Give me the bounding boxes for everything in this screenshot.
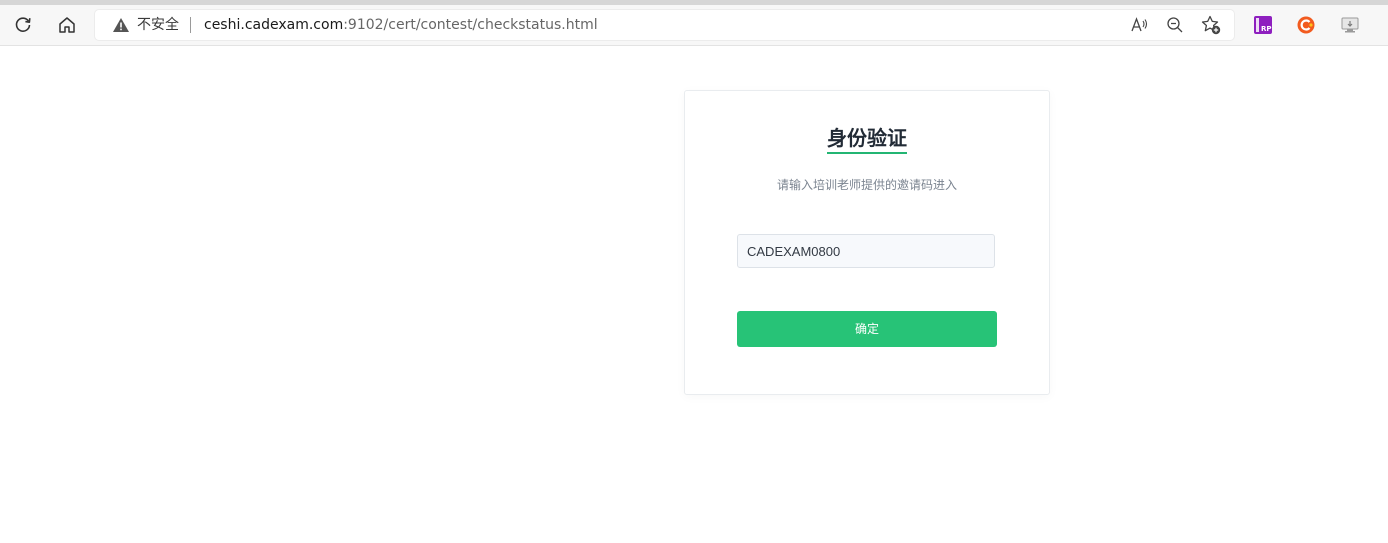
browser-toolbar: 不安全 ceshi.cadexam.com:9102/cert/contest/… — [0, 5, 1388, 46]
title-underline — [827, 152, 907, 154]
monitor-extension-icon[interactable] — [1340, 15, 1360, 35]
c-extension-icon[interactable] — [1296, 15, 1316, 35]
zoom-out-icon — [1167, 17, 1183, 33]
url-host: ceshi.cadexam.com — [204, 17, 344, 33]
home-icon — [59, 17, 75, 33]
security-status-label[interactable]: 不安全 — [137, 16, 179, 34]
verification-card: 身份验证 请输入培训老师提供的邀请码进入 确定 — [684, 90, 1050, 395]
rp-extension-text: RP — [1261, 25, 1272, 33]
read-aloud-button[interactable] — [1128, 14, 1150, 36]
card-title: 身份验证 — [827, 126, 907, 150]
reload-icon — [15, 17, 31, 32]
home-button[interactable] — [53, 11, 81, 39]
axure-rp-extension-icon[interactable]: RP — [1253, 15, 1273, 35]
invite-code-input[interactable] — [737, 234, 995, 268]
address-bar[interactable]: 不安全 ceshi.cadexam.com:9102/cert/contest/… — [95, 10, 1234, 40]
zoom-out-button[interactable] — [1164, 14, 1186, 36]
reload-button[interactable] — [9, 11, 37, 39]
warning-icon[interactable] — [112, 17, 130, 33]
add-favorite-button[interactable] — [1200, 14, 1222, 36]
url-text[interactable]: ceshi.cadexam.com:9102/cert/contest/chec… — [204, 16, 598, 34]
read-aloud-icon — [1131, 17, 1148, 32]
url-path: :9102/cert/contest/checkstatus.html — [343, 17, 598, 33]
address-separator — [190, 17, 191, 33]
add-favorite-icon — [1201, 15, 1221, 35]
confirm-button[interactable]: 确定 — [737, 311, 997, 347]
card-subtitle: 请输入培训老师提供的邀请码进入 — [776, 178, 957, 192]
